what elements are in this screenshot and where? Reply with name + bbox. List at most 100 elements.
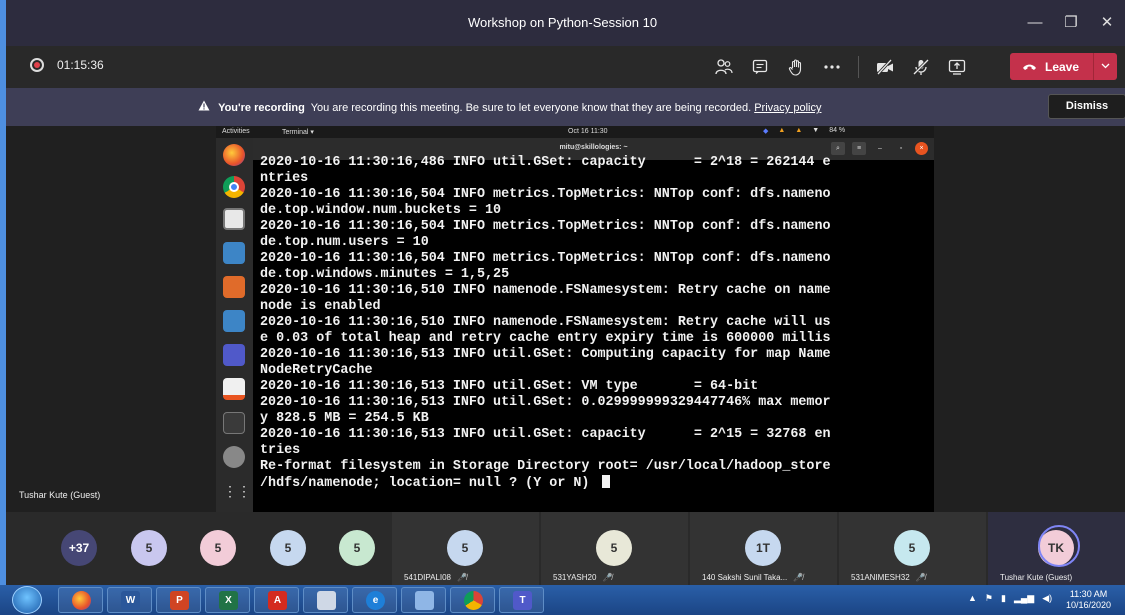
taskbar-word[interactable]: W [107, 587, 152, 613]
participant-avatar[interactable]: 5 [270, 530, 306, 566]
meeting-controls [706, 54, 975, 80]
presenter-name: Tushar Kute (Guest) [19, 490, 101, 500]
window-title: Workshop on Python-Session 10 [467, 15, 658, 30]
clock-date: 10/16/2020 [1066, 600, 1112, 610]
participant-avatar: 5 [596, 530, 632, 566]
overflow-participants-button[interactable]: +37 [61, 530, 97, 566]
toolbar-divider [858, 56, 859, 78]
trash-icon [223, 446, 245, 468]
participant-avatar[interactable]: 5 [339, 530, 375, 566]
participant-tile[interactable]: 1T 140 Sakshi Sunil Taka... 🎤̸ [690, 512, 837, 585]
terminal-icon [223, 412, 245, 434]
mic-off-icon[interactable] [903, 54, 939, 80]
mic-off-icon: 🎤̸ [793, 573, 804, 582]
participant-name: 531YASH20 🎤̸ [553, 573, 613, 582]
title-bar: Workshop on Python-Session 10 — ❐ ✕ [0, 0, 1125, 46]
word-icon: W [121, 591, 140, 610]
files-icon [223, 208, 245, 230]
start-button[interactable] [12, 586, 42, 614]
terminal-line: e 0.03 of total heap and retry cache ent… [260, 331, 831, 346]
participant-name: 140 Sakshi Sunil Taka... 🎤̸ [702, 573, 804, 582]
acrobat-icon: A [268, 591, 287, 610]
ubuntu-top-bar: Activities Terminal ▾ Oct 16 11:30 ◆ ▲ ▲… [216, 126, 934, 138]
alert-icon: ▲ [795, 127, 803, 134]
terminal-line: 2020-10-16 11:30:16,513 INFO util.GSet: … [260, 395, 831, 410]
speaking-ring [1038, 525, 1080, 567]
share-screen-icon[interactable] [939, 54, 975, 80]
terminal-line: de.top.num.users = 10 [260, 235, 429, 250]
document-icon [223, 242, 245, 264]
chrome-icon [464, 591, 483, 610]
alert-icon: ▲ [778, 127, 786, 134]
taskbar-firefox[interactable] [58, 587, 103, 613]
recording-title: You're recording [218, 102, 305, 114]
battery-level: 84 % [829, 127, 846, 134]
terminal-line: 2020-10-16 11:30:16,513 INFO util.GSet: … [260, 347, 831, 362]
more-icon[interactable] [814, 54, 850, 80]
flag-icon[interactable]: ⚑ [985, 593, 993, 604]
raise-hand-icon[interactable] [778, 54, 814, 80]
terminal-line: /hdfs/namenode; location= null ? (Y or N… [260, 475, 831, 492]
maximize-button[interactable]: ❐ [1053, 10, 1089, 36]
firefox-icon [72, 591, 91, 610]
recording-banner: You're recording You are recording this … [6, 88, 1125, 126]
mic-off-icon: 🎤̸ [602, 573, 613, 582]
system-clock[interactable]: 11:30 AM 10/16/2020 [1066, 589, 1111, 611]
terminal-line: de.top.windows.minutes = 1,5,25 [260, 267, 510, 282]
recording-text: You are recording this meeting. Be sure … [310, 102, 752, 114]
ie-icon: e [366, 591, 385, 610]
clock-time: 11:30 AM [1069, 589, 1108, 599]
search-icon: ⌕ [831, 142, 845, 155]
teams-icon: T [513, 591, 532, 610]
terminal-line: NodeRetryCache [260, 363, 373, 378]
participants-icon[interactable] [706, 54, 742, 80]
recording-indicator-icon [30, 58, 44, 72]
taskbar-powerpoint[interactable]: P [156, 587, 201, 613]
excel-icon: X [219, 591, 238, 610]
chevron-down-icon[interactable] [1093, 53, 1117, 80]
terminal-line: 2020-10-16 11:30:16,513 INFO util.GSet: … [260, 427, 831, 442]
taskbar-teams[interactable]: T [499, 587, 544, 613]
presentation-icon [223, 276, 245, 298]
camera-off-icon[interactable] [867, 54, 903, 80]
taskbar-files[interactable] [303, 587, 348, 613]
mic-off-icon: 🎤̸ [915, 573, 926, 582]
ubuntu-dock: ⋮⋮ [216, 138, 253, 512]
store-icon [223, 378, 245, 400]
mic-off-icon: 🎤̸ [457, 573, 467, 582]
volume-icon[interactable]: ◀) [1042, 593, 1052, 604]
participant-strip: +37 5 5 5 5 5 541DIPALI08 🎤̸ 5 531YASH20 🎤… [6, 512, 1125, 585]
taskbar-paint[interactable] [401, 587, 446, 613]
privacy-policy-link[interactable]: Privacy policy [754, 102, 821, 114]
hang-up-icon [1022, 59, 1037, 74]
taskbar-acrobat[interactable]: A [254, 587, 299, 613]
chat-icon[interactable] [742, 54, 778, 80]
terminal-line: 2020-10-16 11:30:16,486 INFO util.GSet: … [260, 155, 831, 170]
taskbar-chrome[interactable] [450, 587, 495, 613]
network-icon[interactable]: ▮ [1001, 593, 1006, 604]
maximize-icon: ▫ [899, 145, 903, 152]
ubuntu-clock: Oct 16 11:30 [568, 128, 608, 135]
participant-tile[interactable]: 5 541DIPALI08 🎤̸ [392, 512, 539, 585]
participant-avatar[interactable]: 5 [200, 530, 236, 566]
participant-avatar[interactable]: 5 [131, 530, 167, 566]
taskbar-ie[interactable]: e [352, 587, 397, 613]
participant-avatar: 1T [745, 530, 781, 566]
participant-tile[interactable]: 5 531YASH20 🎤̸ [541, 512, 688, 585]
terminal-line: 2020-10-16 11:30:16,510 INFO namenode.FS… [260, 283, 831, 298]
dismiss-button[interactable]: Dismiss [1048, 94, 1125, 119]
participant-avatar: 5 [894, 530, 930, 566]
participant-name: 531ANIMESH32 🎤̸ [851, 573, 926, 582]
participant-tile[interactable]: 5 531ANIMESH32 🎤̸ [839, 512, 986, 585]
signal-icon[interactable]: ▂▄▆ [1014, 593, 1034, 604]
paint-icon [415, 591, 434, 610]
minimize-button[interactable]: — [1017, 10, 1053, 36]
terminal-line: Re-format filesystem in Storage Director… [260, 459, 831, 474]
terminal-line: ntries [260, 171, 309, 186]
leave-button[interactable]: Leave [1010, 53, 1117, 80]
terminal-line: 2020-10-16 11:30:16,504 INFO metrics.Top… [260, 187, 831, 202]
minimize-icon: – [878, 145, 882, 152]
taskbar-excel[interactable]: X [205, 587, 250, 613]
chevron-up-icon[interactable]: ▲ [968, 593, 977, 604]
close-button[interactable]: ✕ [1089, 10, 1125, 36]
